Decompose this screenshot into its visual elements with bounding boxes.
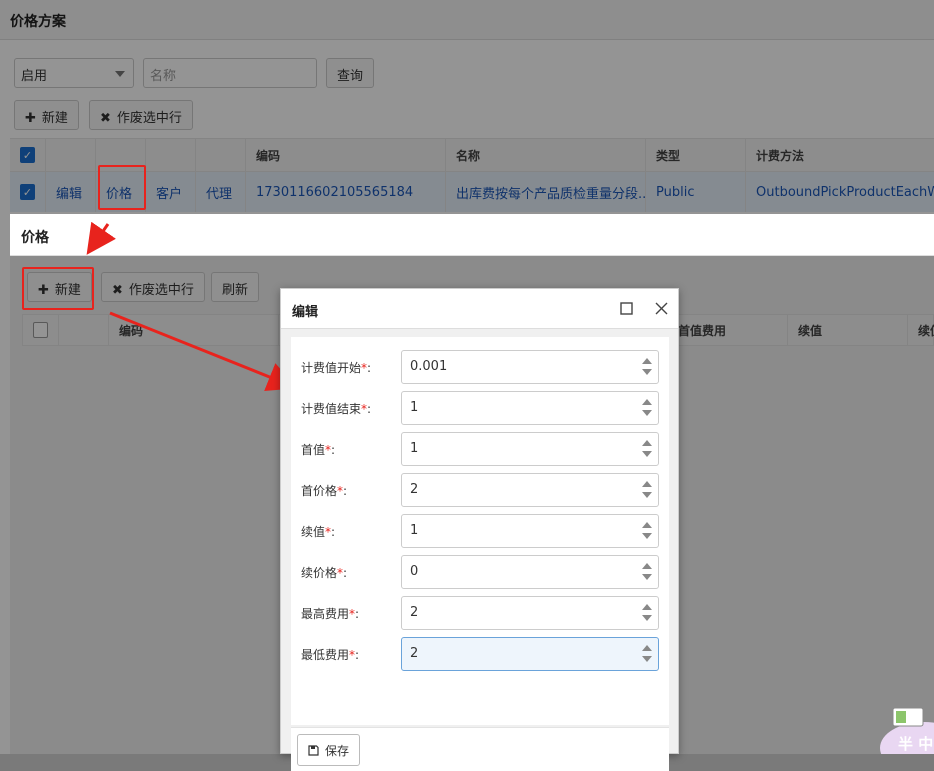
form-row: 最低费用*: 2 (291, 637, 669, 671)
field-label: 首价格*: (301, 482, 347, 499)
edit-form: 计费值开始*: 0.001 计费值结束*: 1 首值*: 1 首价格*: 2 续值*: 1 续价格*… (291, 337, 669, 725)
numeric-input[interactable]: 0 (401, 555, 659, 589)
label-suffix: : (355, 648, 360, 662)
numeric-input[interactable]: 1 (401, 432, 659, 466)
form-row: 计费值结束*: 1 (291, 391, 669, 425)
field-label: 续值*: (301, 523, 335, 540)
field-label: 计费值开始*: (301, 359, 371, 376)
field-label: 首值*: (301, 441, 335, 458)
label-suffix: : (367, 361, 372, 375)
form-row: 首值*: 1 (291, 432, 669, 466)
field-label-text: 续值 (301, 525, 326, 539)
price-window-title: 价格 (21, 230, 49, 246)
field-label-text: 最高费用 (301, 607, 350, 621)
field-label-text: 计费值结束 (301, 402, 362, 416)
close-icon[interactable] (652, 299, 670, 317)
numeric-input[interactable]: 1 (401, 514, 659, 548)
price-window-header: 价格 (10, 214, 934, 256)
field-label: 续价格*: (301, 564, 347, 581)
label-suffix: : (343, 566, 348, 580)
maximize-icon[interactable] (617, 299, 635, 317)
numeric-input[interactable]: 2 (401, 473, 659, 507)
form-row: 首价格*: 2 (291, 473, 669, 507)
label-suffix: : (355, 607, 360, 621)
save-icon (308, 745, 319, 759)
label-suffix: : (343, 484, 348, 498)
edit-dialog-footer: 保存 (291, 727, 669, 771)
numeric-input-value: 0.001 (410, 359, 448, 374)
field-label-text: 首值 (301, 443, 326, 457)
label-suffix: : (331, 525, 336, 539)
edit-dialog-header: 编辑 (281, 289, 678, 329)
highlight-box-price-link (98, 165, 146, 210)
field-label-text: 计费值开始 (301, 361, 362, 375)
floating-ime-widget[interactable]: 半 中 (880, 704, 934, 771)
numeric-input-value: 1 (410, 400, 419, 415)
save-label: 保存 (325, 744, 350, 758)
spinner-arrows-icon[interactable] (642, 521, 652, 541)
field-label-text: 首价格 (301, 484, 338, 498)
numeric-input-value: 1 (410, 441, 419, 456)
numeric-input[interactable]: 0.001 (401, 350, 659, 384)
highlight-box-new-button (22, 267, 94, 310)
form-row: 续价格*: 0 (291, 555, 669, 589)
spinner-arrows-icon[interactable] (642, 603, 652, 623)
form-row: 最高费用*: 2 (291, 596, 669, 630)
spinner-arrows-icon[interactable] (642, 480, 652, 500)
numeric-input[interactable]: 1 (401, 391, 659, 425)
spinner-arrows-icon[interactable] (642, 398, 652, 418)
label-suffix: : (331, 443, 336, 457)
form-row: 续值*: 1 (291, 514, 669, 548)
field-label: 最高费用*: (301, 605, 359, 622)
field-label: 计费值结束*: (301, 400, 371, 417)
edit-dialog: 编辑 计费值开始*: 0.001 计费值结束*: 1 首值*: 1 首价格*: 2 续值*: 1 续… (280, 288, 679, 771)
numeric-input-value: 2 (410, 482, 419, 497)
spinner-arrows-icon[interactable] (642, 644, 652, 664)
form-row: 计费值开始*: 0.001 (291, 350, 669, 384)
numeric-input-value: 2 (410, 605, 419, 620)
field-label-text: 续价格 (301, 566, 338, 580)
numeric-input[interactable]: 2 (401, 637, 659, 671)
save-button[interactable]: 保存 (297, 734, 361, 766)
spinner-arrows-icon[interactable] (642, 439, 652, 459)
spinner-arrows-icon[interactable] (642, 357, 652, 377)
edit-dialog-title: 编辑 (292, 305, 319, 320)
edit-dialog-body: 计费值开始*: 0.001 计费值结束*: 1 首值*: 1 首价格*: 2 续值*: 1 续价格*… (281, 329, 678, 771)
field-label-text: 最低费用 (301, 648, 350, 662)
numeric-input[interactable]: 2 (401, 596, 659, 630)
numeric-input-value: 1 (410, 523, 419, 538)
spinner-arrows-icon[interactable] (642, 562, 652, 582)
ime-widget-text: 半 中 (898, 735, 934, 753)
field-label: 最低费用*: (301, 646, 359, 663)
numeric-input-value: 0 (410, 564, 419, 579)
numeric-input-value: 2 (410, 646, 419, 661)
label-suffix: : (367, 402, 372, 416)
